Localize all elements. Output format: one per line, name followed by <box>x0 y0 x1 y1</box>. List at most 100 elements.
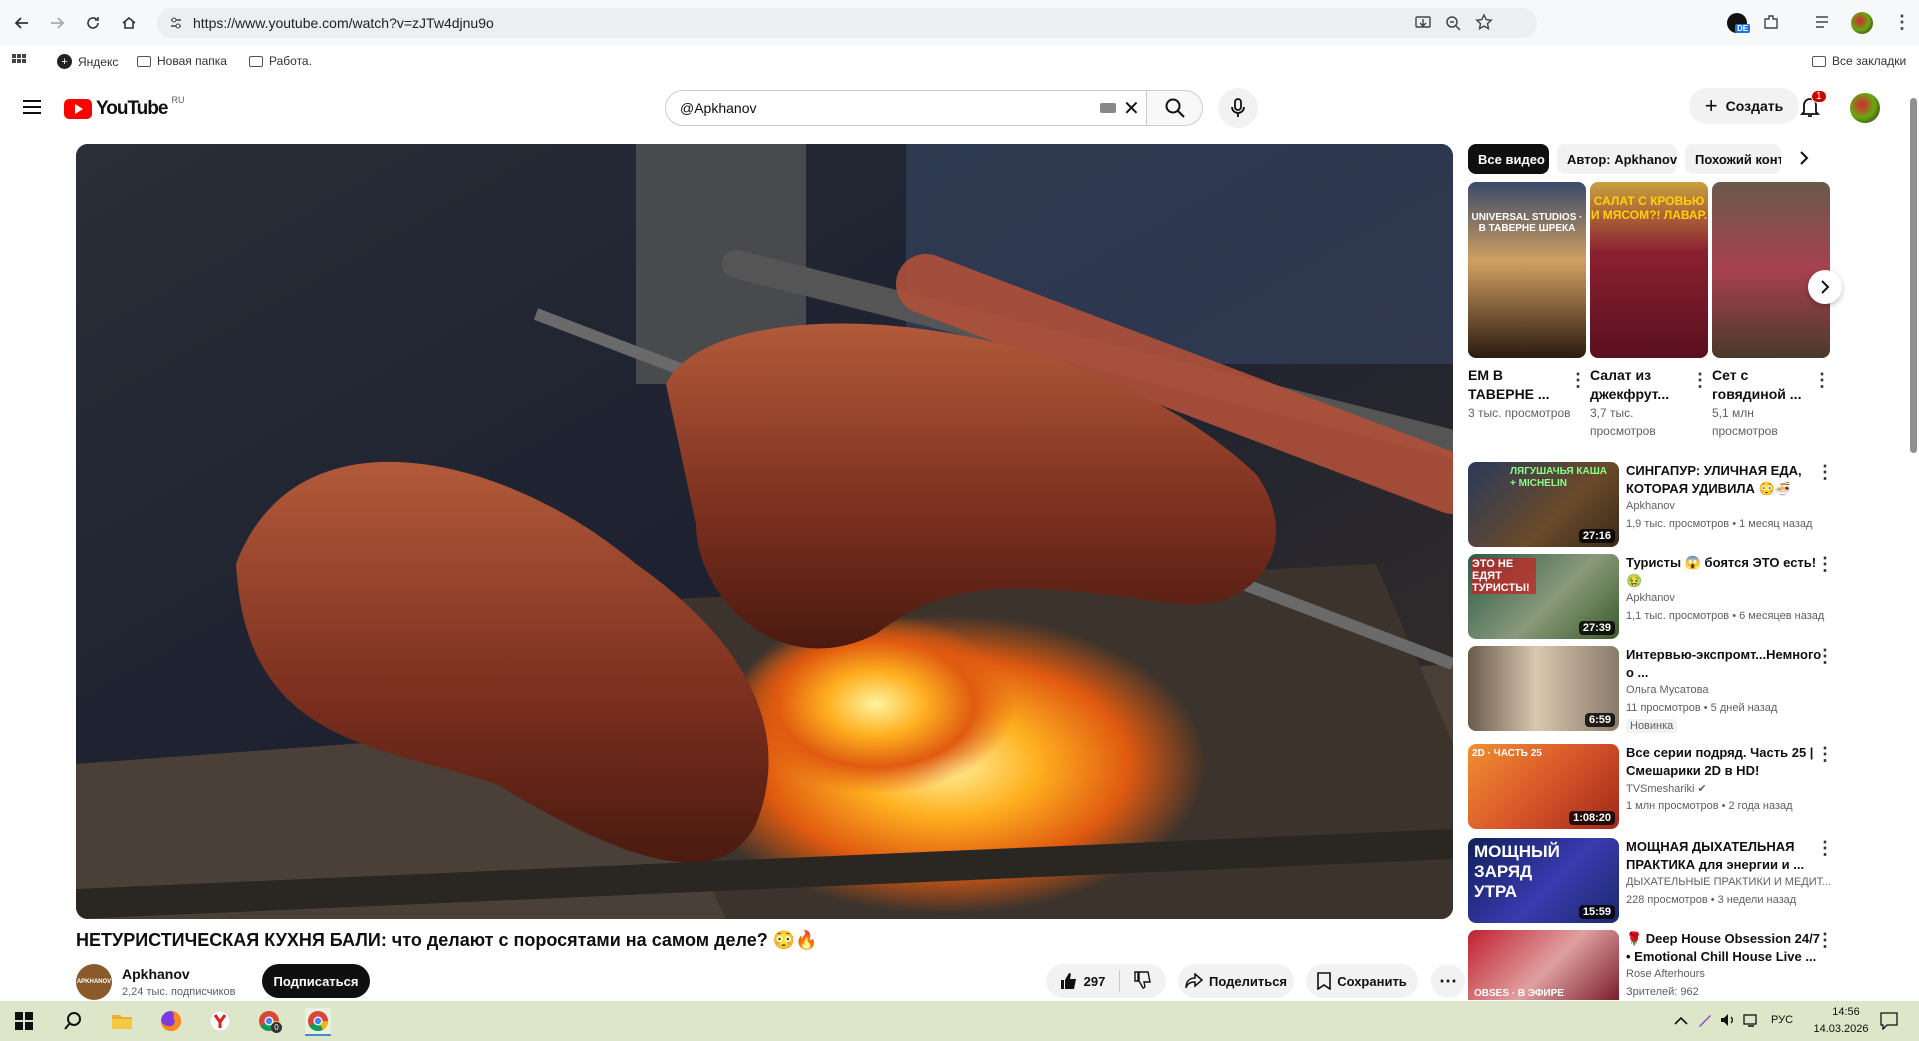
short-title[interactable]: ЕМ В ТАВЕРНЕ ... <box>1468 366 1568 404</box>
keyboard-icon[interactable] <box>1100 103 1116 113</box>
channel-name[interactable]: Apkhanov <box>122 966 190 982</box>
more-actions-icon[interactable]: ⋯ <box>1431 964 1465 998</box>
video-menu-icon[interactable]: ⋮ <box>1816 744 1834 765</box>
channel-name[interactable]: TVSmeshariki ✔ <box>1626 782 1831 795</box>
notification-center-icon[interactable] <box>1880 1012 1898 1035</box>
short-item[interactable]: UNIVERSAL STUDIOS · В ТАВЕРНЕ ШРЕКА ЕМ В… <box>1468 182 1587 422</box>
short-thumbnail[interactable]: САЛАТ С КРОВЬЮ И МЯСОМ?! ЛАВАР. <box>1590 182 1708 358</box>
video-thumbnail[interactable]: ЛЯГУШАЧЬЯ КАША + MICHELIN 27:16 <box>1468 462 1619 547</box>
recommendation-item[interactable]: ЛЯГУШАЧЬЯ КАША + MICHELIN 27:16 СИНГАПУР… <box>1468 462 1918 548</box>
yandex-browser-icon[interactable] <box>207 1008 233 1034</box>
shorts-next-button[interactable] <box>1808 270 1842 304</box>
zoom-icon[interactable] <box>1445 15 1461 36</box>
chrome-icon[interactable]: 0 <box>256 1008 282 1034</box>
all-bookmarks[interactable]: Все закладки <box>1812 54 1906 68</box>
clear-search-icon[interactable]: ✕ <box>1123 96 1140 121</box>
short-item[interactable]: САЛАТ С КРОВЬЮ И МЯСОМ?! ЛАВАР. Салат из… <box>1590 182 1709 440</box>
language-indicator[interactable]: РУС <box>1771 1014 1793 1026</box>
extension-translate-icon[interactable]: DE <box>1727 13 1751 33</box>
video-thumbnail[interactable]: МОЩНЫЙ ЗАРЯД УТРА 15:59 <box>1468 838 1619 923</box>
network-icon[interactable] <box>1743 1012 1761 1033</box>
video-title[interactable]: СИНГАПУР: УЛИЧНАЯ ЕДА, КОТОРАЯ УДИВИЛА 😳… <box>1626 462 1826 498</box>
video-thumbnail[interactable]: 6:59 <box>1468 646 1619 731</box>
video-title[interactable]: Все серии подряд. Часть 25 | Смешарики 2… <box>1626 744 1826 780</box>
video-menu-icon[interactable]: ⋮ <box>1816 930 1834 951</box>
short-menu-icon[interactable]: ⋮ <box>1569 370 1587 391</box>
reading-list-icon[interactable] <box>1815 14 1833 35</box>
channel-name[interactable]: ДЫХАТЕЛЬНЫЕ ПРАКТИКИ И МЕДИТ... <box>1626 876 1831 888</box>
video-title[interactable]: 🌹 Deep House Obsession 24/7 • Emotional … <box>1626 930 1826 966</box>
install-app-icon[interactable] <box>1415 15 1431 36</box>
short-title[interactable]: Сет с говядиной ... <box>1712 366 1812 404</box>
account-avatar[interactable] <box>1850 93 1880 123</box>
create-button[interactable]: + Создать <box>1689 88 1799 124</box>
browser-menu-icon[interactable]: ⋮ <box>1893 12 1911 33</box>
extensions-icon[interactable] <box>1762 13 1780 36</box>
back-icon[interactable] <box>9 10 35 36</box>
home-icon[interactable] <box>116 10 142 36</box>
channel-name[interactable]: Apkhanov <box>1626 500 1831 512</box>
video-title[interactable]: МОЩНАЯ ДЫХАТЕЛЬНАЯ ПРАКТИКА для энергии … <box>1626 838 1826 874</box>
recommendation-item[interactable]: МОЩНЫЙ ЗАРЯД УТРА 15:59 МОЩНАЯ ДЫХАТЕЛЬН… <box>1468 838 1918 924</box>
short-thumbnail[interactable] <box>1712 182 1830 358</box>
video-title[interactable]: Интервью-экспромт...Немного о ... <box>1626 646 1826 682</box>
profile-avatar[interactable] <box>1851 12 1873 34</box>
pen-icon[interactable] <box>1697 1012 1713 1033</box>
video-menu-icon[interactable]: ⋮ <box>1816 646 1834 667</box>
tray-expand-icon[interactable] <box>1674 1013 1688 1031</box>
short-menu-icon[interactable]: ⋮ <box>1813 370 1831 391</box>
recommendation-item[interactable]: 6:59 Интервью-экспромт...Немного о ... О… <box>1468 646 1918 733</box>
channel-name[interactable]: Apkhanov <box>1626 592 1831 604</box>
reload-icon[interactable] <box>80 10 106 36</box>
short-thumbnail[interactable]: UNIVERSAL STUDIOS · В ТАВЕРНЕ ШРЕКА <box>1468 182 1586 358</box>
channel-avatar[interactable]: APKHANOV <box>76 964 112 1000</box>
search-button[interactable] <box>1147 90 1203 126</box>
short-title[interactable]: Салат из джекфрут... <box>1590 366 1690 404</box>
video-thumbnail[interactable]: ЭТО НЕ ЕДЯТ ТУРИСТЫ! 27:39 <box>1468 554 1619 639</box>
site-info-icon[interactable] <box>169 16 183 35</box>
dislike-button[interactable] <box>1134 970 1152 992</box>
bookmark-work-folder[interactable]: Работа. <box>249 54 312 68</box>
search-input[interactable]: @Apkhanov <box>680 100 756 116</box>
voice-search-button[interactable] <box>1218 88 1258 128</box>
video-thumbnail[interactable]: OBSES · В ЭФИРЕ <box>1468 930 1619 1000</box>
short-menu-icon[interactable]: ⋮ <box>1691 370 1709 391</box>
video-menu-icon[interactable]: ⋮ <box>1816 554 1834 575</box>
short-item[interactable]: Сет с говядиной ... 5,1 млн просмотров ⋮ <box>1712 182 1831 440</box>
subscribe-button[interactable]: Подписаться <box>262 964 370 998</box>
file-explorer-icon[interactable] <box>109 1008 135 1034</box>
address-bar[interactable]: https://www.youtube.com/watch?v=zJTw4djn… <box>157 8 1537 38</box>
channel-name[interactable]: Rose Afterhours <box>1626 968 1831 980</box>
url-text[interactable]: https://www.youtube.com/watch?v=zJTw4djn… <box>193 15 494 31</box>
recommendation-item[interactable]: OBSES · В ЭФИРЕ 🌹 Deep House Obsession 2… <box>1468 930 1918 1000</box>
firefox-icon[interactable] <box>158 1008 184 1034</box>
chip-similar[interactable]: Похожий конте <box>1685 144 1781 174</box>
chips-next-icon[interactable] <box>1798 150 1810 171</box>
video-menu-icon[interactable]: ⋮ <box>1816 462 1834 483</box>
scrollbar-thumb[interactable] <box>1910 98 1917 453</box>
bookmark-new-folder[interactable]: Новая папка <box>137 54 227 68</box>
windows-start-icon[interactable] <box>11 1008 37 1034</box>
bookmark-yandex[interactable]: + Яндекс <box>57 54 118 69</box>
forward-icon[interactable] <box>44 10 70 36</box>
channel-name[interactable]: Ольга Мусатова <box>1626 684 1831 696</box>
page-scrollbar[interactable] <box>1908 98 1918 1001</box>
clock-time[interactable]: 14:56 <box>1821 1006 1871 1018</box>
notifications-bell-icon[interactable]: 1 <box>1799 90 1827 123</box>
video-thumbnail[interactable]: 2D · ЧАСТЬ 25 1:08:20 <box>1468 744 1619 829</box>
apps-grid-icon[interactable] <box>12 54 26 68</box>
chip-author[interactable]: Автор: Apkhanov <box>1557 144 1677 174</box>
video-menu-icon[interactable]: ⋮ <box>1816 838 1834 859</box>
clock-date[interactable]: 14.03.2026 <box>1806 1023 1876 1035</box>
search-box[interactable]: @Apkhanov ✕ <box>665 90 1147 126</box>
like-button[interactable]: 297 <box>1060 972 1105 990</box>
recommendation-item[interactable]: 2D · ЧАСТЬ 25 1:08:20 Все серии подряд. … <box>1468 744 1918 830</box>
share-button[interactable]: Поделиться <box>1178 964 1294 998</box>
volume-icon[interactable] <box>1720 1012 1736 1033</box>
youtube-logo[interactable]: YouTube RU <box>64 95 184 120</box>
hamburger-menu-icon[interactable] <box>23 100 41 119</box>
chip-all-videos[interactable]: Все видео <box>1468 144 1549 174</box>
chrome-active-icon[interactable] <box>305 1008 331 1036</box>
video-title[interactable]: Туристы 😱 боятся ЭТО есть! 🤢 <box>1626 554 1826 590</box>
save-button[interactable]: Сохранить <box>1306 964 1418 998</box>
